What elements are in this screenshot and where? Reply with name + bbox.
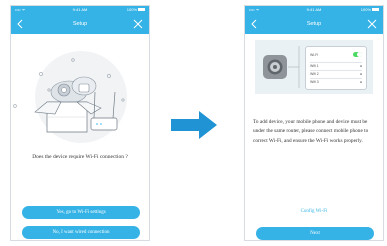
- wifi-network-name: Wifi 2: [310, 72, 319, 76]
- battery-status: 100%: [127, 6, 145, 14]
- instruction-line: under the same router, please connect mo…: [253, 128, 369, 135]
- wifi-settings-button[interactable]: Yes, go to Wi-Fi settings: [22, 206, 140, 219]
- wifi-network-item[interactable]: Wifi 1 ●: [310, 62, 362, 68]
- wifi-signal-icon: ●: [359, 72, 362, 76]
- battery-percent: 100%: [360, 7, 371, 12]
- arrow-right-icon: [171, 111, 217, 139]
- close-button[interactable]: [131, 14, 145, 34]
- wifi-instructions-text: To add device, your mobile phone and dev…: [253, 118, 377, 146]
- instruction-line: To add device, your mobile phone and dev…: [253, 119, 368, 125]
- page-title: Setup: [72, 21, 88, 27]
- battery-status: 100%: [361, 6, 379, 14]
- page-title: Setup: [306, 21, 322, 27]
- config-wifi-link[interactable]: Config Wi-Fi: [245, 209, 383, 214]
- wifi-settings-diagram: Wi-Fi Wifi 1 ● Wifi 2 ● Wifi 3 ●: [255, 40, 373, 94]
- wifi-signal-icon: ●: [359, 80, 362, 84]
- next-button[interactable]: Next: [256, 227, 374, 240]
- wifi-signal-icon: ●: [359, 64, 362, 68]
- wifi-toggle[interactable]: [353, 52, 362, 57]
- setup-screen-wifi-question: •••• ᯤ 9:41 AM 100% Setup Does the devic…: [10, 5, 150, 241]
- battery-icon: [138, 8, 145, 12]
- wifi-network-item[interactable]: Wifi 2 ●: [310, 70, 362, 76]
- setup-screen-wifi-instructions: •••• ᯤ 9:41 AM 100% Setup Wi-Fi Wifi 1 ● …: [244, 5, 384, 241]
- wifi-network-name: Wifi 1: [310, 64, 319, 68]
- navigation-bar: Setup: [245, 14, 383, 34]
- battery-percent: 100%: [126, 7, 137, 12]
- close-button[interactable]: [365, 14, 379, 34]
- wifi-network-item[interactable]: Wifi 3 ●: [310, 78, 362, 84]
- wifi-settings-card: Wi-Fi Wifi 1 ● Wifi 2 ● Wifi 3 ●: [305, 46, 367, 90]
- device-box-illustration: [13, 51, 127, 143]
- wifi-toggle-knob: [357, 52, 362, 57]
- status-bar: •••• ᯤ 9:41 AM 100%: [11, 6, 149, 14]
- status-bar: •••• ᯤ 9:41 AM 100%: [245, 6, 383, 14]
- close-icon: [367, 19, 377, 29]
- wired-connection-button[interactable]: No, I want wired connection: [22, 226, 140, 239]
- navigation-bar: Setup: [11, 14, 149, 34]
- close-icon: [133, 19, 143, 29]
- instruction-line: correct Wi-Fi, and ensure the Wi-Fi work…: [253, 137, 363, 144]
- wifi-network-name: Wifi 3: [310, 80, 319, 84]
- wifi-question-text: Does the device require Wi-Fi connection…: [32, 154, 128, 160]
- battery-icon: [372, 8, 379, 12]
- wifi-title: Wi-Fi: [310, 53, 319, 57]
